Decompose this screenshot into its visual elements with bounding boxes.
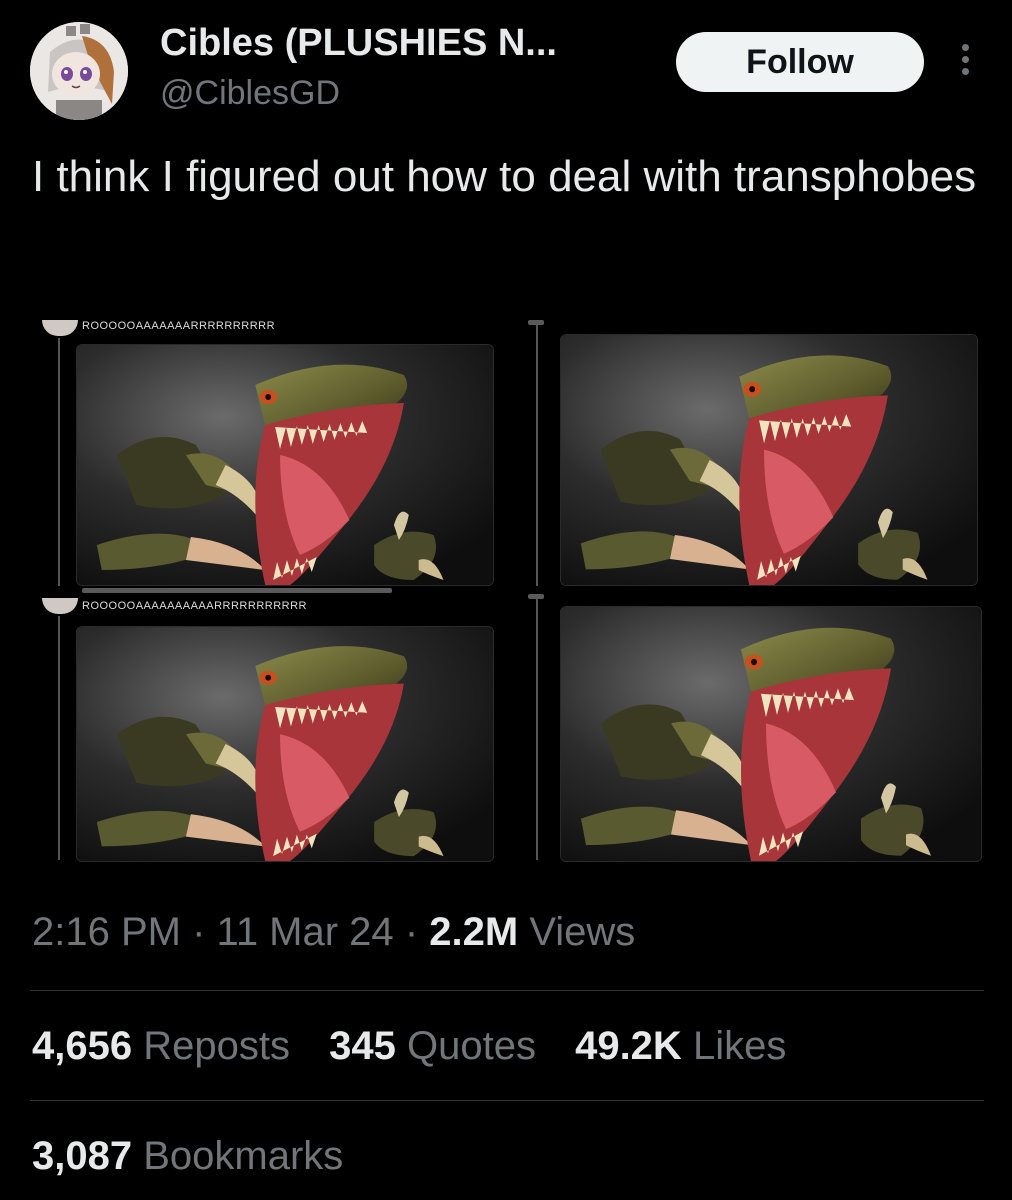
dinosaur-image[interactable] (76, 344, 494, 586)
screenshot-avatar (42, 320, 78, 336)
dinosaur-image[interactable] (560, 606, 982, 862)
avatar[interactable] (30, 22, 128, 120)
dinosaur-image[interactable] (76, 626, 494, 862)
panel-caption: ROOOOOAAAAAAARRRRRRRRRR (82, 320, 276, 332)
views-count: 2.2M (429, 910, 519, 954)
follow-button[interactable]: Follow (676, 32, 924, 92)
likes-count: 49.2K (575, 1024, 682, 1068)
thread-line (536, 596, 538, 860)
likes-label: Likes (692, 1024, 787, 1068)
likes-stat[interactable]: 49.2K Likes (575, 1024, 786, 1068)
tweet-time[interactable]: 2:16 PM (32, 910, 181, 954)
panel-caption: ROOOOOAAAAAAAAAARRRRRRRRRRR (82, 600, 307, 612)
divider (30, 1100, 984, 1101)
views-label: Views (529, 910, 636, 954)
bookmarks-count: 3,087 (32, 1134, 133, 1178)
thread-line (58, 338, 60, 586)
thread-line (58, 616, 60, 860)
bookmarks-stat[interactable]: 3,087 Bookmarks (32, 1134, 343, 1179)
more-vertical-icon[interactable] (955, 44, 975, 84)
tweet-meta: 2:16 PM · 11 Mar 24 · 2.2M Views (32, 910, 635, 955)
screenshot-header-blur (82, 588, 392, 593)
divider (30, 990, 984, 991)
screenshot-header-blur (528, 594, 544, 599)
reposts-count: 4,656 (32, 1024, 133, 1068)
tweet-header: Cibles (PLUSHIES N... @CiblesGD Follow (0, 0, 1012, 130)
quotes-stat[interactable]: 345 Quotes (329, 1024, 536, 1068)
thread-line (536, 322, 538, 586)
quotes-count: 345 (329, 1024, 396, 1068)
reposts-stat[interactable]: 4,656 Reposts (32, 1024, 290, 1068)
user-handle[interactable]: @CiblesGD (160, 74, 340, 113)
dinosaur-image[interactable] (560, 334, 978, 586)
reposts-label: Reposts (143, 1024, 290, 1068)
tweet-text: I think I figured out how to deal with t… (32, 152, 977, 201)
separator: · (192, 910, 206, 954)
tweet-media[interactable]: ROOOOOAAAAAAARRRRRRRRRR ROOOOOAAAAAAAAAA… (30, 310, 984, 870)
screenshot-avatar (42, 598, 78, 614)
bookmarks-label: Bookmarks (143, 1134, 344, 1178)
tweet-date[interactable]: 11 Mar 24 (217, 910, 394, 954)
engagement-stats: 4,656 Reposts 345 Quotes 49.2K Likes (32, 1024, 814, 1069)
separator: · (404, 910, 419, 954)
display-name[interactable]: Cibles (PLUSHIES N... (160, 22, 557, 65)
screenshot-header-blur (528, 320, 544, 325)
quotes-label: Quotes (406, 1024, 536, 1068)
